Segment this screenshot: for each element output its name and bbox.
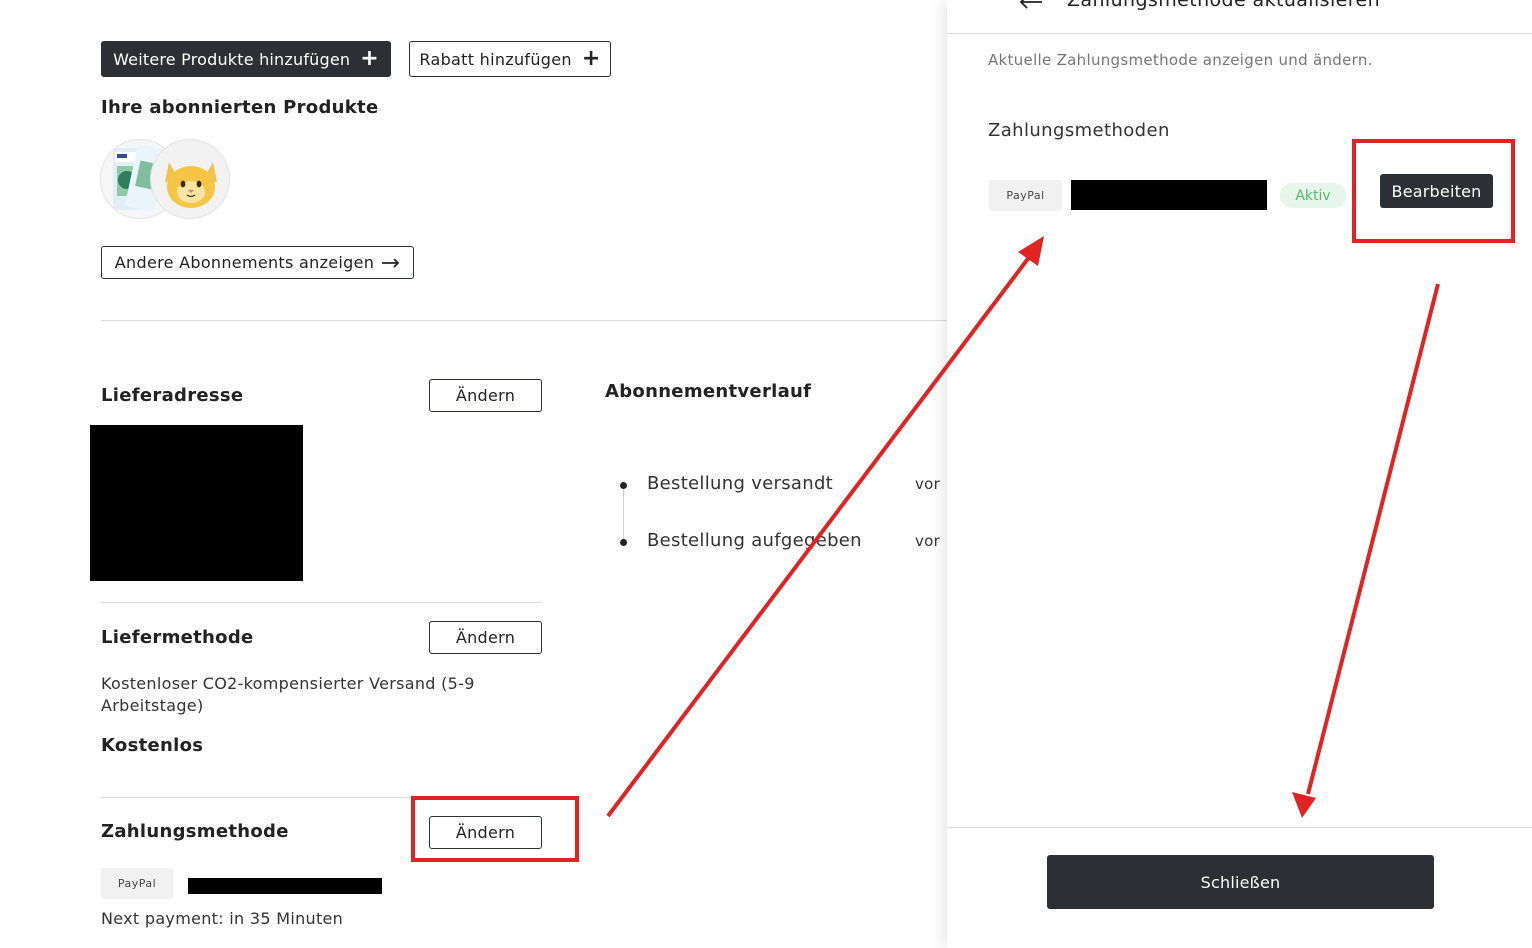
annotation-arrow-line bbox=[606, 254, 1032, 818]
annotation-arrowhead bbox=[1018, 236, 1044, 266]
annotation-arrowhead bbox=[1292, 792, 1316, 818]
annotation-arrows bbox=[606, 236, 1440, 818]
annotation-arrow-line bbox=[1306, 283, 1440, 795]
